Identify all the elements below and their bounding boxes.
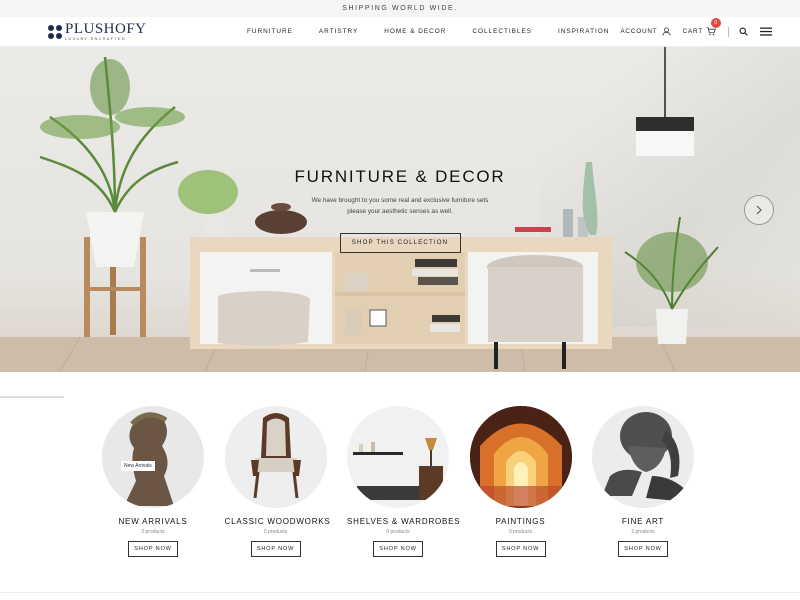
category-image[interactable] [224,406,327,508]
section-divider [0,592,800,593]
category-paintings[interactable]: PAINTINGS 0 products SHOP NOW [469,406,572,557]
category-count: 0 products [386,529,410,535]
category-count: 0 products [263,529,288,535]
menu-icon[interactable] [760,27,772,36]
chair-image [250,413,301,499]
category-image[interactable] [469,406,572,508]
category-fine-art[interactable]: FINE ART 2 products SHOP NOW [592,406,694,557]
announcement-text: SHIPPING WORLD WIDE. [342,5,458,12]
hero-title: FURNITURE & DECOR [294,167,506,186]
announcement-bar: SHIPPING WORLD WIDE. [0,0,800,17]
nav-inspiration[interactable]: INSPIRATION [558,28,609,35]
category-count: 2 products [141,529,165,535]
category-image[interactable] [592,406,694,508]
slider-progress [0,396,64,398]
nav-furniture[interactable]: FURNITURE [247,28,293,35]
category-count: 2 products [631,529,655,535]
category-shelves-wardrobes[interactable]: SHELVES & WARDROBES 0 products SHOP NOW [347,406,460,557]
new-arrivals-tag: New Arrivals [121,461,155,471]
hero-subtitle: We have brought to you some real and exc… [311,197,489,215]
shop-now-button[interactable]: SHOP NOW [373,541,423,557]
cart-count-badge: 0 [711,18,721,28]
logo-mark-icon [48,24,62,39]
main-nav: FURNITURE ARTISTRY HOME & DECOR COLLECTI… [247,28,635,35]
cart-link[interactable]: CART 0 [682,18,721,36]
shop-now-button[interactable]: SHOP NOW [128,541,178,557]
slider-next-button[interactable] [744,195,774,225]
nav-artistry[interactable]: ARTISTRY [319,28,358,35]
painting-image [469,406,572,508]
hero-slider: FURNITURE & DECOR We have brought to you… [0,47,800,372]
cart-label: CART [682,28,703,35]
category-name[interactable]: CLASSIC WOODWORKS [225,517,330,526]
cart-icon [706,27,716,36]
shop-collection-button[interactable]: SHOP THIS COLLECTION [339,233,461,253]
user-icon [662,27,671,36]
header-divider [728,26,729,37]
hero-content: FURNITURE & DECOR We have brought to you… [0,167,800,253]
logo[interactable]: PLUSHOFY LUXURY ENCRAFTED [48,20,147,42]
category-list: New Arrivals NEW ARRIVALS 2 products SHO… [102,406,715,557]
bust-image [124,412,174,506]
shop-now-button[interactable]: SHOP NOW [495,541,546,557]
shelves-image [353,438,443,500]
nav-home-decor[interactable]: HOME & DECOR [384,28,446,35]
nav-collectibles[interactable]: COLLECTIBLES [472,28,532,35]
category-count: 0 products [508,529,533,535]
category-image[interactable] [347,406,449,508]
category-name[interactable]: NEW ARRIVALS [102,517,204,526]
site-header: PLUSHOFY LUXURY ENCRAFTED FURNITURE ARTI… [0,17,800,47]
shop-now-button[interactable]: SHOP NOW [618,541,668,557]
logo-tagline: LUXURY ENCRAFTED [65,35,126,41]
category-name[interactable]: FINE ART [592,517,694,526]
chevron-right-icon [756,205,762,215]
sculpture-image [602,412,688,502]
category-classic-woodworks[interactable]: CLASSIC WOODWORKS 0 products SHOP NOW [224,406,330,557]
category-new-arrivals[interactable]: New Arrivals NEW ARRIVALS 2 products SHO… [102,406,204,557]
shop-now-button[interactable]: SHOP NOW [250,541,301,557]
search-icon[interactable] [739,27,748,36]
category-image[interactable]: New Arrivals [102,406,204,508]
category-name[interactable]: PAINTINGS [470,517,572,526]
category-name[interactable]: SHELVES & WARDROBES [347,517,460,526]
logo-name: PLUSHOFY [65,20,147,37]
